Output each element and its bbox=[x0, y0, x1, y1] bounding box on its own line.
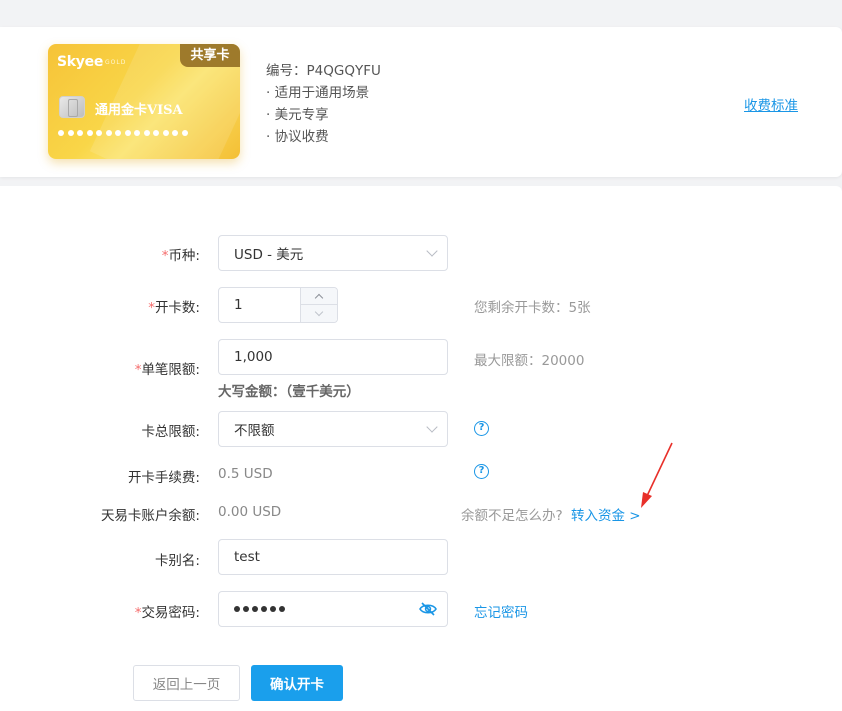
password-mask bbox=[234, 606, 285, 612]
single-limit-label: *单笔限额: bbox=[134, 362, 200, 378]
increase-button[interactable] bbox=[301, 288, 337, 305]
card-alias-input[interactable]: test bbox=[218, 539, 448, 575]
fee-value: 0.5 USD bbox=[218, 466, 273, 482]
total-limit-select[interactable]: 不限额 bbox=[218, 411, 448, 447]
card-gold-text: GOLD bbox=[105, 59, 127, 66]
card-count-stepper[interactable]: 1 bbox=[218, 287, 338, 323]
total-limit-value: 不限额 bbox=[234, 423, 275, 439]
chevron-down-icon bbox=[426, 421, 438, 433]
shared-card-badge: 共享卡 bbox=[180, 44, 240, 67]
balance-value: 0.00 USD bbox=[218, 504, 282, 520]
currency-value: USD - 美元 bbox=[234, 247, 304, 263]
remaining-cards-hint: 您剩余开卡数：5张 bbox=[474, 300, 591, 316]
card-info-panel: Skyee GOLD 共享卡 通用金卡VISA 编号：P4QGQYFU · 适用… bbox=[0, 27, 842, 177]
single-limit-input[interactable]: 1,000 bbox=[218, 339, 448, 375]
card-alias-value: test bbox=[234, 549, 260, 565]
alias-label: 卡别名: bbox=[154, 553, 200, 569]
card-title: 通用金卡VISA bbox=[95, 103, 183, 118]
card-currency-only: · 美元专享 bbox=[266, 107, 329, 123]
stepper-buttons bbox=[300, 288, 337, 322]
password-input[interactable] bbox=[218, 591, 448, 627]
help-icon[interactable]: ? bbox=[474, 464, 489, 479]
fee-label: 开卡手续费: bbox=[127, 470, 200, 486]
chevron-down-icon bbox=[314, 307, 324, 317]
card-number: 编号：P4QGQYFU bbox=[266, 63, 381, 79]
currency-label: *币种: bbox=[161, 248, 200, 264]
chevron-up-icon bbox=[314, 293, 324, 302]
eye-hidden-icon[interactable] bbox=[419, 602, 437, 616]
fee-standard-link[interactable]: 收费标准 bbox=[744, 94, 798, 114]
card-count-label: *开卡数: bbox=[148, 300, 200, 316]
chip-icon bbox=[59, 96, 85, 118]
password-label: *交易密码: bbox=[134, 605, 200, 621]
uppercase-amount: 大写金额：（壹千美元） bbox=[218, 384, 360, 400]
balance-label: 天易卡账户余额: bbox=[100, 508, 200, 524]
transfer-funds-link[interactable]: 转入资金 > bbox=[571, 508, 641, 524]
card-fee-policy: · 协议收费 bbox=[266, 129, 329, 145]
confirm-open-card-button[interactable]: 确认开卡 bbox=[251, 665, 343, 701]
chevron-down-icon bbox=[426, 245, 438, 257]
open-card-form: *币种: USD - 美元 *开卡数: 1 您剩余开卡数：5张 *单笔限额: 1… bbox=[0, 186, 842, 711]
insufficient-balance-hint: 余额不足怎么办? 转入资金 > bbox=[461, 508, 641, 524]
decrease-button[interactable] bbox=[301, 305, 337, 322]
card-image: Skyee GOLD 共享卡 通用金卡VISA bbox=[48, 44, 240, 159]
single-limit-value: 1,000 bbox=[234, 349, 273, 365]
back-button[interactable]: 返回上一页 bbox=[133, 665, 240, 701]
card-number-dots bbox=[58, 130, 188, 136]
forgot-password-link[interactable]: 忘记密码 bbox=[474, 601, 528, 621]
card-brand-logo: Skyee bbox=[57, 54, 104, 70]
total-limit-label: 卡总限额: bbox=[141, 424, 200, 440]
card-scene: · 适用于通用场景 bbox=[266, 85, 370, 101]
currency-select[interactable]: USD - 美元 bbox=[218, 235, 448, 271]
max-limit-hint: 最大限额：20000 bbox=[474, 353, 585, 369]
help-icon[interactable]: ? bbox=[474, 421, 489, 436]
card-details: 编号：P4QGQYFU · 适用于通用场景 · 美元专享 · 协议收费 bbox=[266, 60, 381, 148]
card-count-value: 1 bbox=[234, 297, 243, 313]
